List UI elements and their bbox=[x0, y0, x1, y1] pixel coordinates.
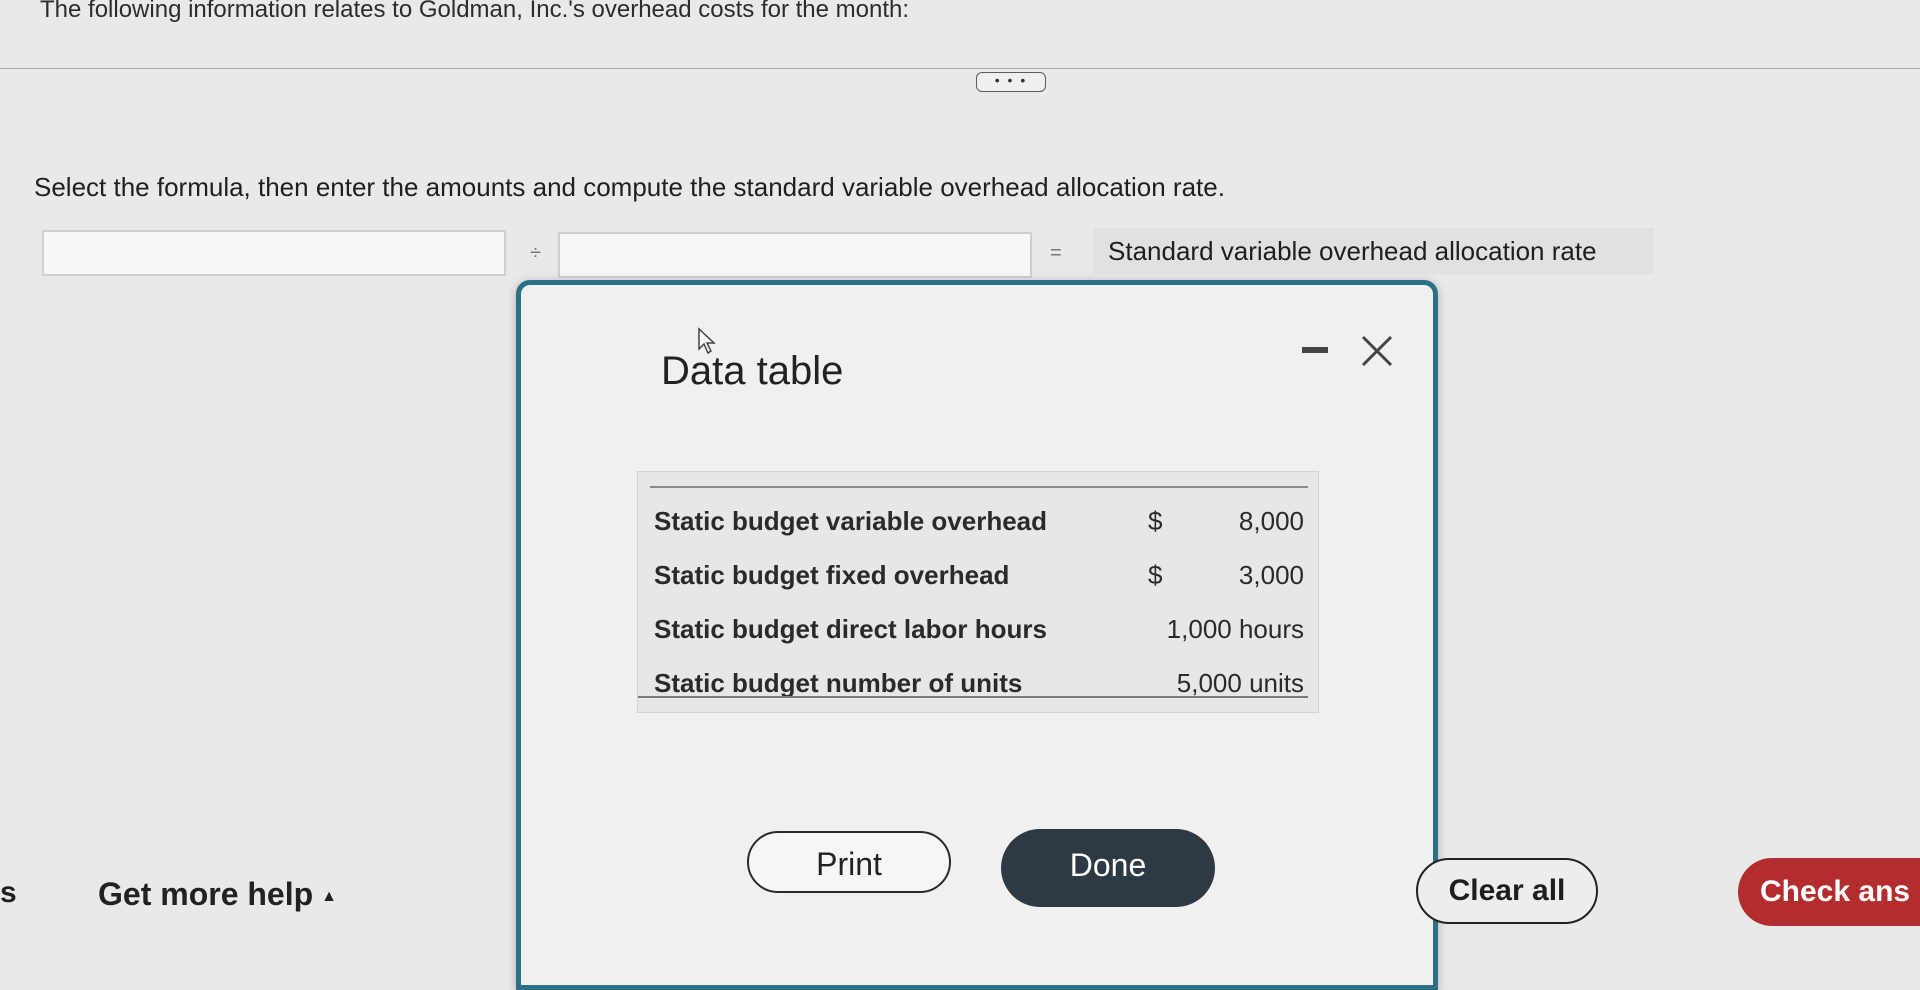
row-label: Static budget direct labor hours bbox=[654, 614, 1047, 644]
question-intro: The following information relates to Gol… bbox=[40, 0, 910, 23]
clear-all-button[interactable]: Clear all bbox=[1416, 858, 1598, 924]
denominator-input[interactable] bbox=[558, 232, 1032, 278]
row-value: 3,000 bbox=[1238, 560, 1304, 590]
minimize-icon[interactable] bbox=[1302, 347, 1328, 353]
expand-more-button[interactable]: • • • bbox=[976, 72, 1046, 92]
table-top-rule bbox=[650, 486, 1308, 488]
row-value: 1,000 hours bbox=[1166, 614, 1304, 644]
currency-symbol: $ bbox=[1148, 560, 1163, 590]
clipped-text: s bbox=[0, 876, 17, 909]
equals-icon: = bbox=[1050, 242, 1062, 264]
close-icon[interactable] bbox=[1357, 331, 1397, 371]
table-row: Static budget fixed overhead $ 3,000 bbox=[654, 560, 1308, 600]
done-button[interactable]: Done bbox=[1001, 829, 1215, 907]
check-answer-button[interactable]: Check ans bbox=[1738, 858, 1920, 926]
instruction-text: Select the formula, then enter the amoun… bbox=[34, 172, 1225, 202]
table-row: Static budget variable overhead $ 8,000 bbox=[654, 506, 1308, 546]
row-label: Static budget number of units bbox=[654, 668, 1023, 698]
data-table-modal: Data table Static budget variable overhe… bbox=[516, 280, 1438, 990]
currency-symbol: $ bbox=[1148, 506, 1163, 536]
get-more-help-link[interactable]: Get more help ▲ bbox=[98, 876, 337, 913]
modal-title: Data table bbox=[661, 349, 844, 393]
result-label: Standard variable overhead allocation ra… bbox=[1094, 228, 1654, 274]
formula-row: ÷ = Standard variable overhead allocatio… bbox=[0, 224, 1656, 282]
divide-icon: ÷ bbox=[530, 242, 541, 264]
data-table: Static budget variable overhead $ 8,000 … bbox=[637, 471, 1319, 713]
help-label: Get more help bbox=[98, 876, 314, 912]
row-value: 5,000 units bbox=[1176, 668, 1304, 698]
table-row: Static budget direct labor hours 1,000 h… bbox=[654, 614, 1308, 654]
divider bbox=[0, 68, 1920, 69]
row-value: 8,000 bbox=[1238, 506, 1304, 536]
row-label: Static budget variable overhead bbox=[654, 506, 1048, 536]
numerator-input[interactable] bbox=[42, 230, 506, 276]
caret-up-icon: ▲ bbox=[321, 887, 337, 905]
table-bottom-rule bbox=[638, 696, 1308, 698]
print-button[interactable]: Print bbox=[747, 831, 951, 893]
row-label: Static budget fixed overhead bbox=[654, 560, 1010, 590]
table-row: Static budget number of units 5,000 unit… bbox=[654, 668, 1308, 708]
